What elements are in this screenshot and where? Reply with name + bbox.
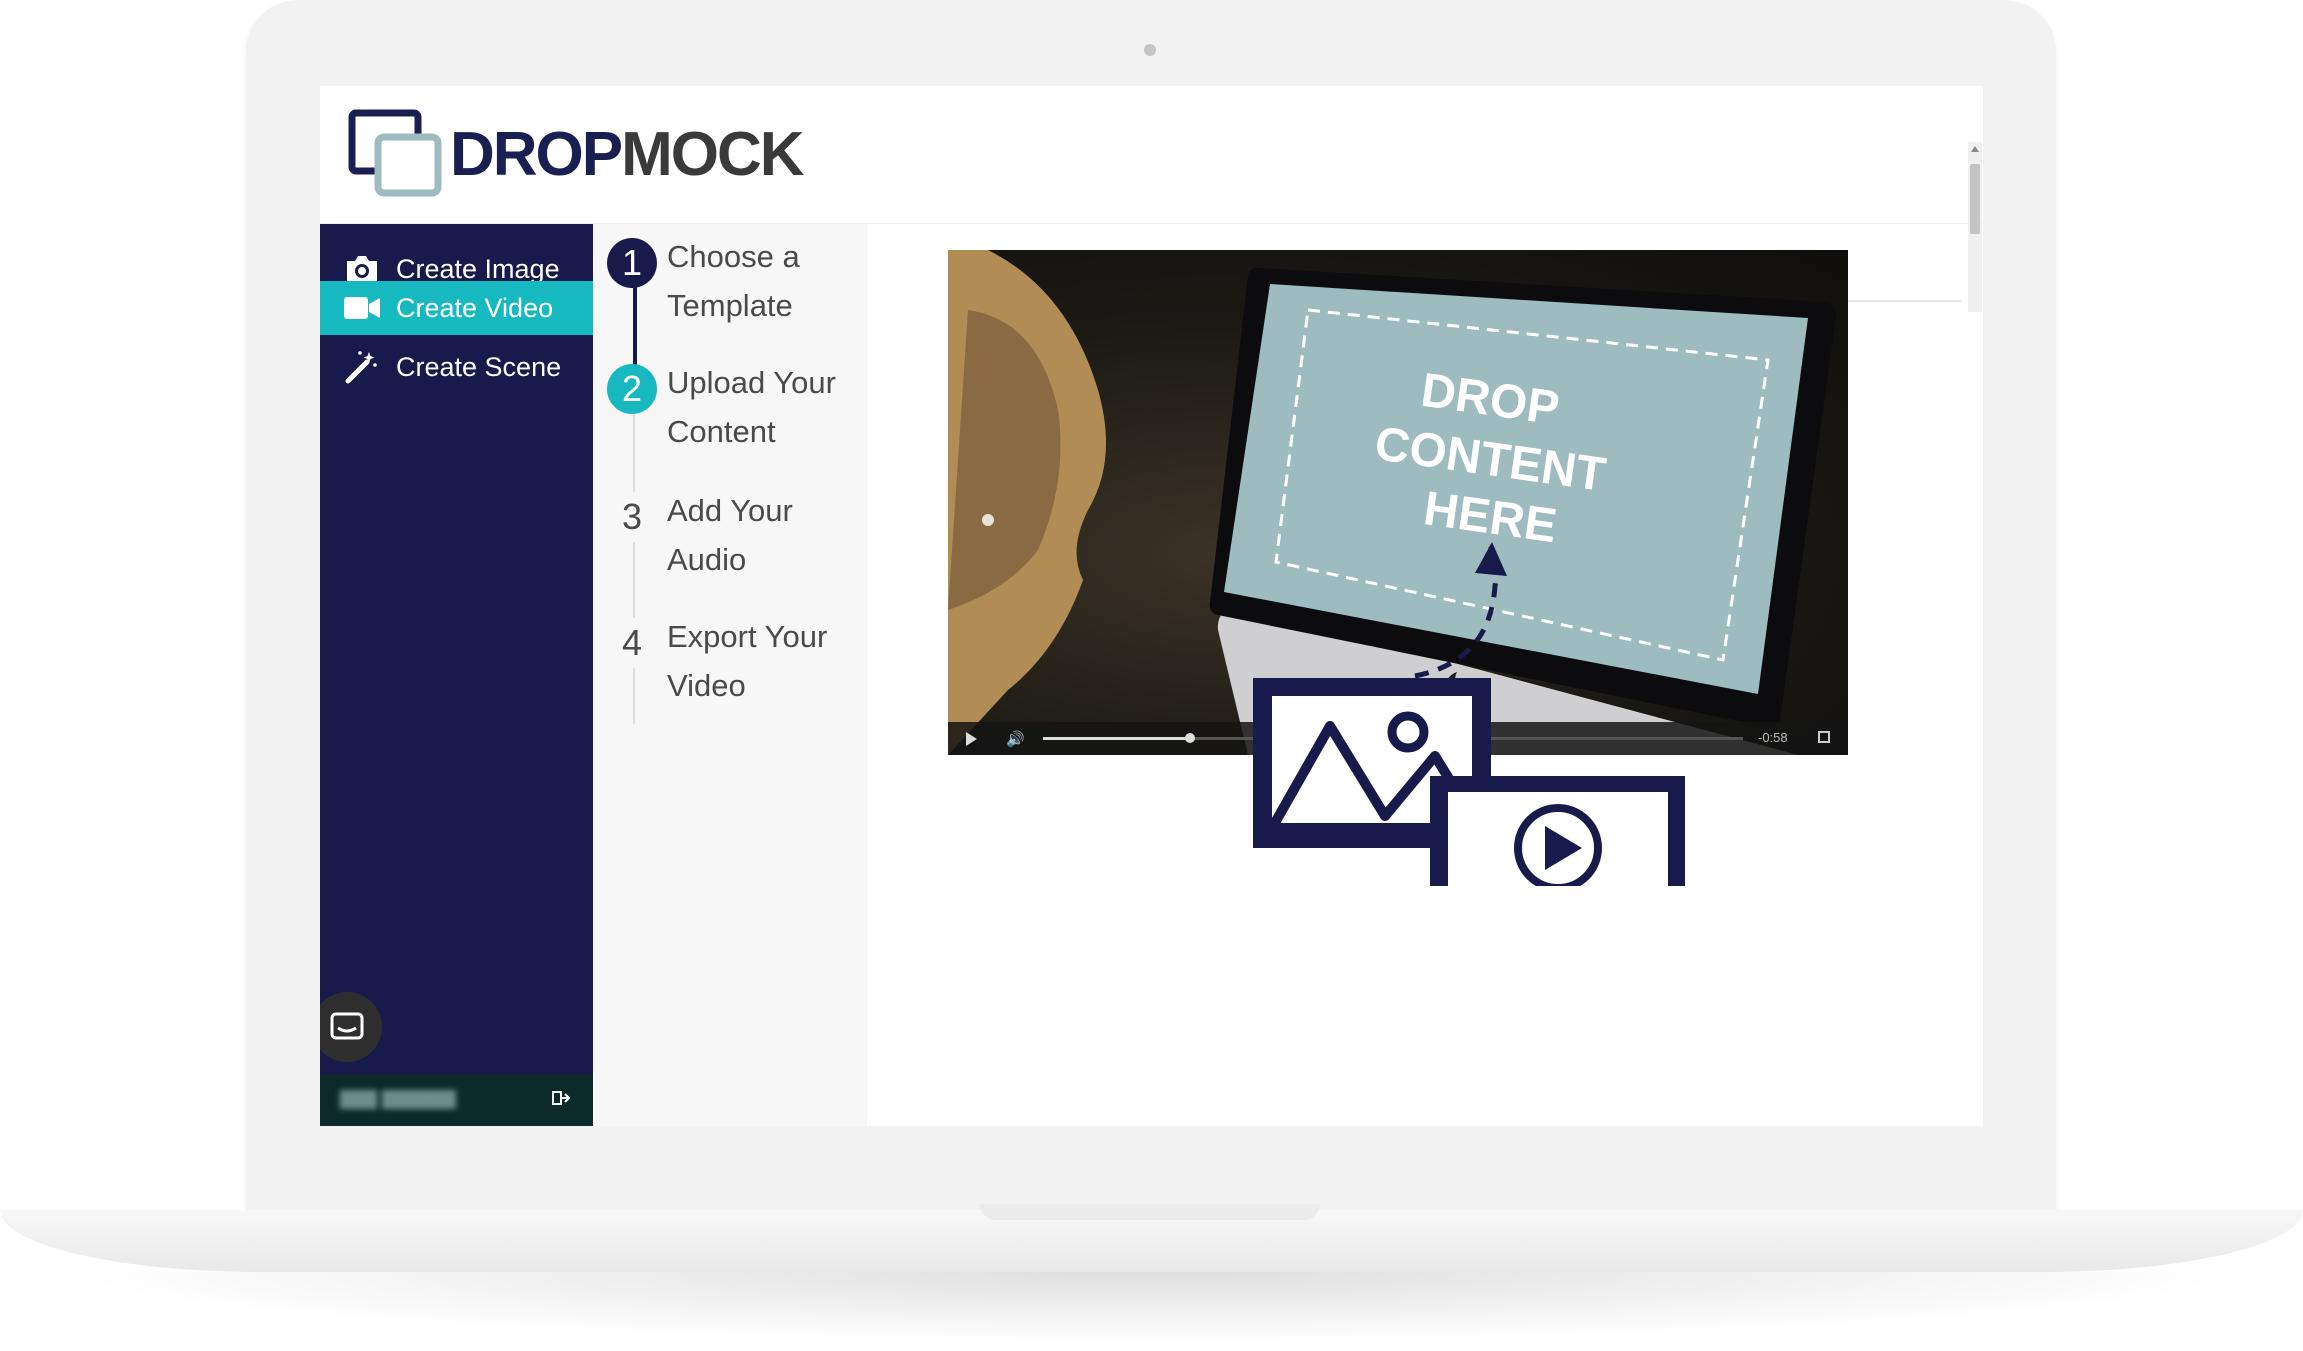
app-header: DROP MOCK xyxy=(320,86,1983,312)
laptop-notch xyxy=(980,1204,1320,1220)
video-camera-icon xyxy=(342,290,382,326)
user-bar: ███ ██████ xyxy=(320,1074,593,1126)
magic-wand-icon xyxy=(342,349,382,385)
scrollbar[interactable] xyxy=(1968,142,1982,312)
logo-mark-icon xyxy=(348,109,442,197)
sidebar-item-create-video[interactable]: Create Video xyxy=(320,281,593,335)
step-3-line2: Audio xyxy=(667,542,747,577)
step-1-line2: Template xyxy=(667,288,793,323)
video-progress-fill xyxy=(1043,737,1190,740)
step-1-label[interactable]: Choose a Template xyxy=(667,232,857,330)
sidebar-item-label: Create Video xyxy=(396,292,554,323)
app-screen: DROP MOCK Create Image Create Video Creat… xyxy=(320,86,1983,1126)
user-name-blurred: ███ ██████ xyxy=(340,1090,456,1109)
sidebar-item-label: Create Scene xyxy=(396,351,562,382)
step-3-label[interactable]: Add Your Audio xyxy=(667,486,857,584)
step-1-line1: Choose a xyxy=(667,239,800,274)
video-time-remaining: -0:58 xyxy=(1758,730,1788,745)
scroll-thumb[interactable] xyxy=(1970,164,1980,234)
laptop-shadow xyxy=(60,1272,2243,1342)
steps-panel: 1 Choose a Template 2 Upload Your Conten… xyxy=(593,224,867,1126)
chat-button[interactable] xyxy=(320,992,382,1062)
step-2-number[interactable]: 2 xyxy=(607,364,657,414)
step-2-line2: Content xyxy=(667,414,776,449)
logo-text-drop: DROP xyxy=(450,119,623,189)
play-icon[interactable] xyxy=(966,732,977,746)
volume-icon[interactable]: 🔊 xyxy=(1006,730,1025,748)
step-1-number[interactable]: 1 xyxy=(607,238,657,288)
step-2-line1: Upload Your xyxy=(667,365,836,400)
step-3-number[interactable]: 3 xyxy=(607,492,657,542)
divider xyxy=(1843,300,1961,302)
video-player-icon xyxy=(1430,776,1685,886)
step-2-label[interactable]: Upload Your Content xyxy=(667,358,857,456)
logout-icon[interactable] xyxy=(552,1090,570,1106)
step-4-line2: Video xyxy=(667,668,746,703)
sidebar: Create Image Create Video Create Scene █… xyxy=(320,224,593,1126)
logo-text-mock: MOCK xyxy=(621,119,804,189)
sidebar-item-label: Create Image xyxy=(396,253,560,284)
webcam-dot xyxy=(1144,44,1156,56)
upload-illustration xyxy=(1253,542,1685,886)
step-4-number[interactable]: 4 xyxy=(607,618,657,668)
step-4-label[interactable]: Export Your Video xyxy=(667,612,857,710)
step-3-line1: Add Your xyxy=(667,493,793,528)
video-progress-handle[interactable] xyxy=(1185,733,1195,743)
step-4-line1: Export Your xyxy=(667,619,828,654)
dropmock-logo[interactable]: DROP MOCK xyxy=(348,108,805,200)
chat-icon xyxy=(330,1012,364,1040)
fullscreen-icon[interactable] xyxy=(1818,731,1830,743)
sidebar-item-create-scene[interactable]: Create Scene xyxy=(320,340,593,394)
scroll-up-arrow-icon[interactable] xyxy=(1971,146,1979,152)
